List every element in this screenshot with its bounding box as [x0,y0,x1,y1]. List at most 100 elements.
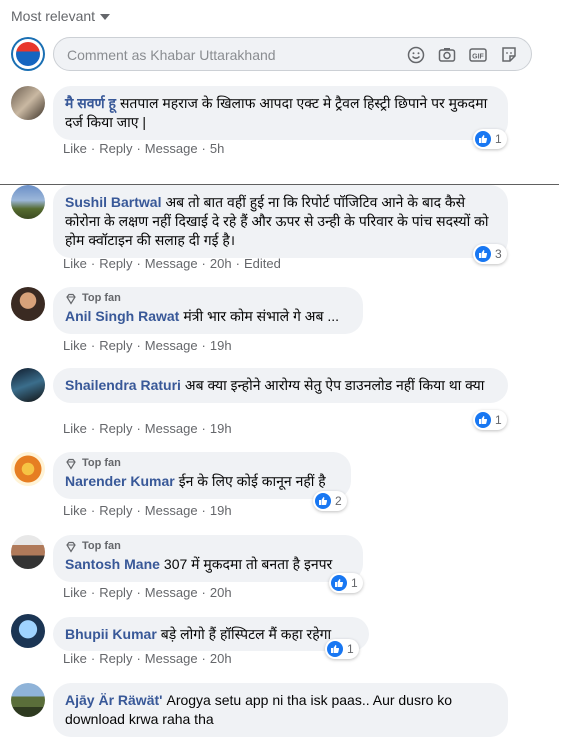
camera-icon[interactable] [437,45,457,65]
comment-bubble: Ajāy Är Räwät' Arogya setu app ni tha isk… [53,683,508,737]
like-reaction-icon [327,641,343,657]
commenter-name[interactable]: Shailendra Raturi [65,377,181,393]
reaction-count[interactable]: 2 [313,491,347,511]
reply-link[interactable]: Reply [99,141,132,156]
commenter-name[interactable]: Sushil Bartwal [65,194,161,210]
avatar[interactable] [11,683,45,717]
avatar[interactable] [11,535,45,569]
reply-link[interactable]: Reply [99,256,132,271]
comment-bubble: मै सवर्ण हू सतपाल महराज के खिलाफ आपदा एक्… [53,86,508,140]
like-link[interactable]: Like [63,421,87,436]
like-link[interactable]: Like [63,651,87,666]
comment-bubble: Shailendra Raturi अब क्या इन्होने आरोग्य … [53,368,508,403]
page-avatar [11,37,45,71]
avatar[interactable] [11,185,45,219]
avatar[interactable] [11,452,45,486]
svg-text:GIF: GIF [472,54,484,61]
message-link[interactable]: Message [145,256,198,271]
diamond-icon [66,541,76,553]
top-fan-label: Top fan [82,292,121,304]
commenter-name[interactable]: Ajāy Är Räwät' [65,692,162,708]
sort-dropdown[interactable]: Most relevant [11,8,111,24]
comment-actions: Like · Reply · Message · 20h [63,585,232,600]
comment-bubble: Bhupii Kumar बड़े लोगो हैं हॉस्पिटल मैं क… [53,617,369,651]
timestamp[interactable]: 19h [210,421,232,436]
reply-link[interactable]: Reply [99,585,132,600]
like-link[interactable]: Like [63,141,87,156]
comment-actions: Like · Reply · Message · 19h [63,338,232,353]
reaction-count[interactable]: 1 [329,573,363,593]
reaction-number: 1 [495,413,502,427]
timestamp[interactable]: 20h [210,585,232,600]
like-reaction-icon [475,131,491,147]
sticker-icon[interactable] [499,45,519,65]
comment-actions: Like · Reply · Message · 20h · Edited [63,256,281,271]
reply-link[interactable]: Reply [99,338,132,353]
comment-bubble: Top fan Santosh Mane 307 में मुकदमा तो बन… [53,535,363,582]
message-link[interactable]: Message [145,651,198,666]
comment-actions: Like · Reply · Message · 19h [63,503,232,518]
reaction-count[interactable]: 1 [473,410,507,430]
comment-bubble: Sushil Bartwal अब तो बात वहीं हुई ना कि र… [53,185,508,258]
avatar[interactable] [11,86,45,120]
reply-link[interactable]: Reply [99,503,132,518]
caret-down-icon [100,14,111,20]
comment-input[interactable]: Comment as Khabar Uttarakhand GIF [53,37,532,71]
comment-text: अब क्या इन्होने आरोग्य सेतु ऐप डाउनलोड न… [184,377,485,393]
commenter-name[interactable]: Bhupii Kumar [65,626,157,642]
comment-actions: Like · Reply · Message · 20h [63,651,232,666]
like-reaction-icon [475,246,491,262]
diamond-icon [66,458,76,470]
comment-composer: Comment as Khabar Uttarakhand GIF [11,37,534,73]
reaction-number: 3 [495,247,502,261]
message-link[interactable]: Message [145,338,198,353]
reply-link[interactable]: Reply [99,651,132,666]
message-link[interactable]: Message [145,421,198,436]
edited-label[interactable]: Edited [244,256,281,271]
timestamp[interactable]: 5h [210,141,224,156]
reaction-number: 1 [351,576,358,590]
like-link[interactable]: Like [63,503,87,518]
reaction-number: 2 [335,494,342,508]
emoji-icon[interactable] [406,45,426,65]
comment-actions: Like · Reply · Message · 5h [63,141,225,156]
avatar[interactable] [11,287,45,321]
comment-text: 307 में मुकदमा तो बनता है इनपर [163,556,333,572]
timestamp[interactable]: 19h [210,503,232,518]
reaction-number: 1 [347,642,354,656]
message-link[interactable]: Message [145,503,198,518]
comment-placeholder: Comment as Khabar Uttarakhand [67,47,276,63]
gif-icon[interactable]: GIF [468,45,488,65]
top-fan-label: Top fan [82,457,121,469]
avatar[interactable] [11,614,45,648]
comment-text: मंत्री भार कोम संभाले गे अब ... [183,308,340,324]
timestamp[interactable]: 20h [210,651,232,666]
comment-actions: Like · Reply · Message · 19h [63,421,232,436]
like-link[interactable]: Like [63,585,87,600]
commenter-name[interactable]: Santosh Mane [65,556,160,572]
like-link[interactable]: Like [63,338,87,353]
top-fan-badge: Top fan [65,292,351,305]
sort-label: Most relevant [11,8,96,24]
top-fan-badge: Top fan [65,540,351,553]
commenter-name[interactable]: मै सवर्ण हू [65,95,116,111]
like-reaction-icon [315,493,331,509]
like-reaction-icon [475,412,491,428]
top-fan-badge: Top fan [65,457,339,470]
reply-link[interactable]: Reply [99,421,132,436]
comment-text: बड़े लोगो हैं हॉस्पिटल मैं कहा रहेगा [160,626,332,642]
reaction-count[interactable]: 3 [473,244,507,264]
reaction-count[interactable]: 1 [325,639,359,659]
commenter-name[interactable]: Narender Kumar [65,473,175,489]
like-link[interactable]: Like [63,256,87,271]
message-link[interactable]: Message [145,585,198,600]
commenter-name[interactable]: Anil Singh Rawat [65,308,179,324]
timestamp[interactable]: 19h [210,338,232,353]
message-link[interactable]: Message [145,141,198,156]
like-reaction-icon [331,575,347,591]
reaction-count[interactable]: 1 [473,129,507,149]
comment-bubble: Top fan Narender Kumar ईन के लिए कोई कानू… [53,452,351,499]
avatar[interactable] [11,368,45,402]
timestamp[interactable]: 20h [210,256,232,271]
top-fan-label: Top fan [82,540,121,552]
